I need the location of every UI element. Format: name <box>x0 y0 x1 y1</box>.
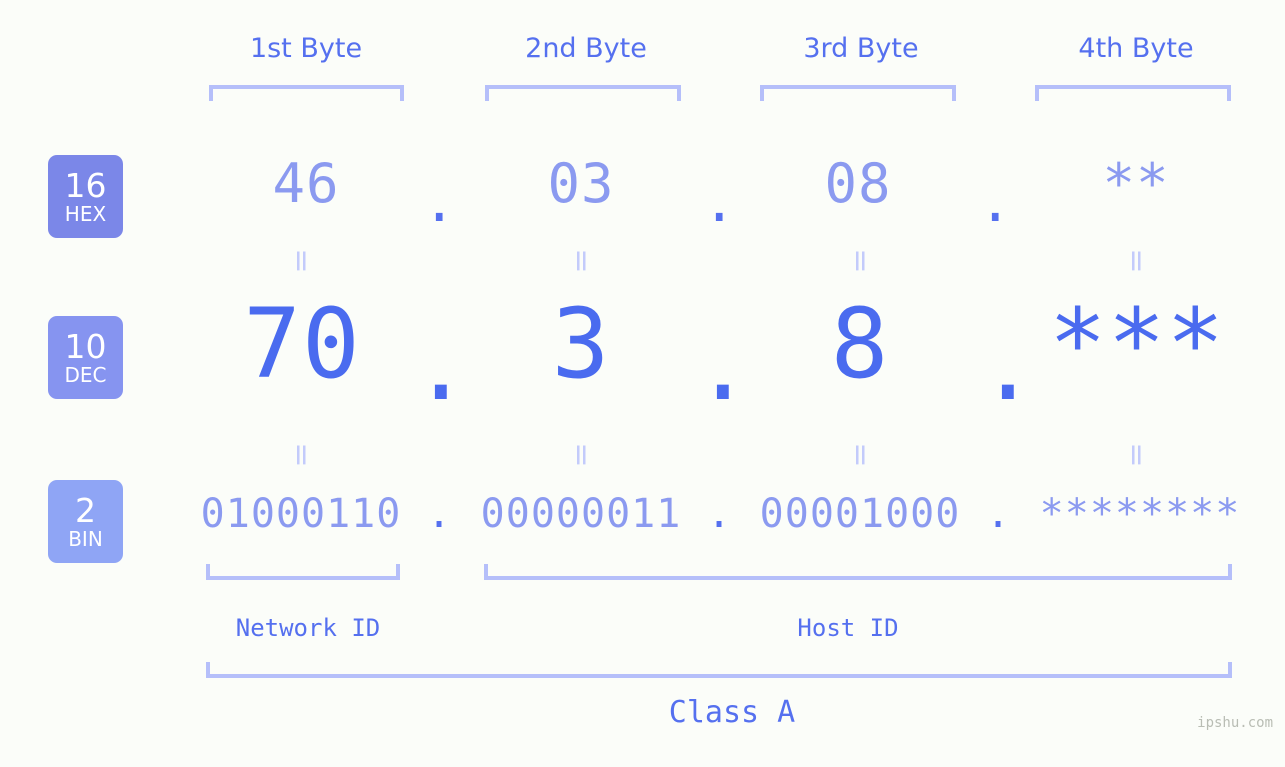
hex-value-byte-3: 08 <box>824 152 892 215</box>
bin-separator-1: . <box>427 491 452 537</box>
bin-separator-2: . <box>707 491 732 537</box>
byte-bracket-1 <box>209 85 404 101</box>
equals-mark-dec-bin-1: = <box>284 442 319 468</box>
radix-badge-dec: 10 DEC <box>48 316 123 399</box>
equals-mark-hex-dec-4: = <box>1119 248 1154 274</box>
radix-badge-bin-tag: BIN <box>68 527 103 551</box>
class-bracket <box>206 662 1232 678</box>
hex-separator-3: . <box>979 171 1012 234</box>
byte-header-2: 2nd Byte <box>525 33 647 64</box>
ip-address-breakdown-diagram: 1st Byte 2nd Byte 3rd Byte 4th Byte 16 H… <box>0 0 1285 767</box>
dec-value-byte-2: 3 <box>551 288 611 400</box>
byte-bracket-2 <box>485 85 681 101</box>
bin-value-byte-1: 01000110 <box>200 491 402 537</box>
equals-mark-dec-bin-4: = <box>1119 442 1154 468</box>
equals-mark-hex-dec-3: = <box>843 248 878 274</box>
equals-mark-dec-bin-2: = <box>564 442 599 468</box>
radix-badge-dec-tag: DEC <box>64 363 107 387</box>
network-id-label: Network ID <box>235 614 381 642</box>
radix-badge-hex-number: 16 <box>64 166 107 205</box>
class-label: Class A <box>668 695 796 730</box>
dec-value-byte-4: *** <box>1048 288 1226 400</box>
dec-value-byte-3: 8 <box>830 288 890 400</box>
hex-value-byte-1: 46 <box>272 152 340 215</box>
bin-value-byte-4: ******** <box>1039 491 1241 537</box>
host-id-bracket <box>484 564 1232 580</box>
radix-badge-dec-number: 10 <box>64 327 107 366</box>
hex-value-byte-4: ** <box>1102 152 1170 215</box>
radix-badge-bin-number: 2 <box>75 491 96 530</box>
byte-bracket-3 <box>760 85 956 101</box>
equals-mark-hex-dec-2: = <box>564 248 599 274</box>
equals-mark-dec-bin-3: = <box>843 442 878 468</box>
byte-header-1: 1st Byte <box>249 33 363 64</box>
bin-value-byte-3: 00001000 <box>759 491 961 537</box>
hex-value-byte-2: 03 <box>547 152 615 215</box>
radix-badge-bin: 2 BIN <box>48 480 123 563</box>
network-id-bracket <box>206 564 400 580</box>
radix-badge-hex-tag: HEX <box>64 202 107 226</box>
bin-separator-3: . <box>986 491 1011 537</box>
hex-separator-2: . <box>703 171 736 234</box>
equals-mark-hex-dec-1: = <box>284 248 319 274</box>
site-watermark: ipshu.com <box>1197 715 1273 731</box>
byte-bracket-4 <box>1035 85 1231 101</box>
byte-header-3: 3rd Byte <box>803 33 919 64</box>
bin-value-byte-2: 00000011 <box>480 491 682 537</box>
hex-separator-1: . <box>423 171 456 234</box>
host-id-label: Host ID <box>797 614 899 642</box>
dec-value-byte-1: 70 <box>243 288 361 400</box>
radix-badge-hex: 16 HEX <box>48 155 123 238</box>
byte-header-4: 4th Byte <box>1078 33 1194 64</box>
